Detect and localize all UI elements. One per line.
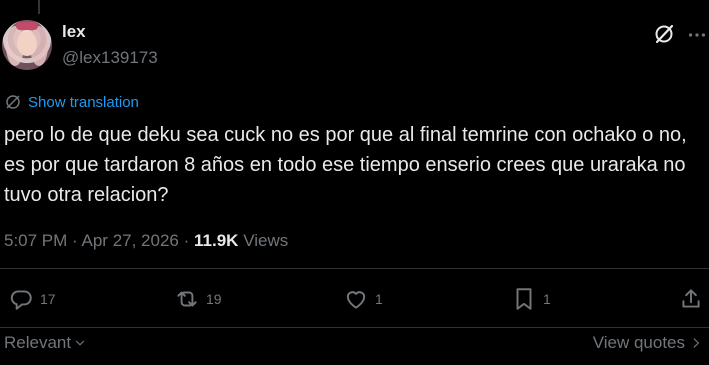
sort-dropdown[interactable]: Relevant [4, 333, 87, 353]
meta-separator: · [183, 231, 190, 250]
divider-bottom [0, 327, 709, 328]
avatar[interactable] [2, 20, 52, 70]
repost-count: 19 [206, 291, 222, 307]
author-handle[interactable]: @lex139173 [62, 48, 158, 68]
divider-top [0, 268, 709, 269]
meta-separator: · [72, 231, 78, 250]
globe-slash-icon [6, 95, 20, 109]
reply-button[interactable]: 17 [8, 286, 56, 312]
like-button[interactable]: 1 [343, 286, 383, 312]
repost-icon [177, 291, 197, 307]
more-icon[interactable] [686, 24, 708, 46]
heart-icon [346, 291, 366, 309]
tweet-meta: 5:07 PM · Apr 27, 2026 · 11.9K Views [4, 231, 288, 251]
view-quotes-label: View quotes [592, 333, 685, 352]
tweet-time[interactable]: 5:07 PM [4, 231, 67, 250]
share-button[interactable] [678, 286, 704, 312]
view-quotes-link[interactable]: View quotes [593, 333, 703, 353]
bookmark-icon [516, 288, 532, 310]
tweet-text: pero lo de que deku sea cuck no es por q… [4, 124, 687, 206]
bookmark-button[interactable]: 1 [511, 286, 551, 312]
like-count: 1 [375, 291, 383, 307]
repost-button[interactable]: 19 [174, 286, 222, 312]
author-display-name[interactable]: lex [62, 22, 86, 42]
grok-icon[interactable] [652, 22, 676, 46]
views-count[interactable]: 11.9K [194, 231, 238, 250]
views-label: Views [243, 231, 289, 250]
reply-icon [10, 290, 32, 310]
show-translation-label: Show translation [28, 93, 139, 111]
bookmark-count: 1 [543, 291, 551, 307]
reply-count: 17 [40, 291, 56, 307]
avatar-face [17, 32, 37, 56]
avatar-bow [16, 22, 38, 30]
action-bar: 17 19 1 1 [0, 286, 709, 318]
chevron-down-icon [76, 340, 85, 346]
chevron-right-icon [693, 338, 700, 348]
thread-connector-line [38, 0, 40, 14]
share-icon [682, 289, 700, 308]
sort-label: Relevant [4, 333, 72, 352]
show-translation-link[interactable]: Show translation [4, 93, 139, 111]
tweet-date[interactable]: Apr 27, 2026 [82, 231, 179, 250]
